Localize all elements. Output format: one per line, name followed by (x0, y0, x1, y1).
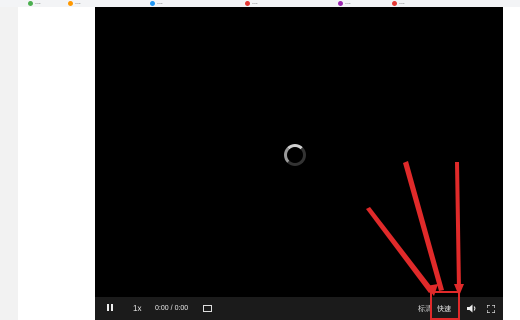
bookmark-label: ... (399, 0, 405, 6)
bookmark-label: ... (35, 0, 41, 6)
bookmarks-bar: ... ... ... ... ... ... (0, 0, 520, 7)
bookmark-favicon-icon (68, 0, 73, 6)
bookmark-item[interactable]: ... (68, 0, 81, 7)
loading-spinner-icon (284, 144, 306, 166)
time-display: 0:00 / 0:00 (155, 297, 190, 320)
annotation-highlight-box (430, 291, 460, 320)
speed-label: 1x (133, 304, 142, 313)
bookmark-favicon-icon (245, 0, 250, 6)
screenshot-icon (203, 305, 212, 312)
screenshot-button[interactable] (203, 297, 212, 320)
pause-button[interactable] (107, 297, 115, 320)
volume-button[interactable] (467, 297, 477, 320)
bookmark-item[interactable]: ... (392, 0, 405, 7)
bookmark-label: ... (345, 0, 351, 6)
video-player[interactable]: 1x 0:00 / 0:00 标清 快速 (95, 7, 503, 320)
bookmark-label: ... (75, 0, 81, 6)
time-separator: / (170, 305, 173, 312)
bookmark-item[interactable]: ... (28, 0, 41, 7)
duration: 0:00 (174, 305, 189, 312)
playback-speed-button[interactable]: 1x (133, 297, 141, 320)
page-left-margin (0, 7, 18, 320)
bookmark-item[interactable]: ... (338, 0, 351, 7)
bookmark-favicon-icon (338, 0, 343, 6)
bookmark-label: ... (252, 0, 258, 6)
current-time: 0:00 (155, 305, 169, 312)
volume-icon (467, 304, 476, 313)
fullscreen-icon (487, 304, 495, 313)
fullscreen-button[interactable] (487, 297, 495, 320)
bookmark-favicon-icon (28, 0, 33, 6)
bookmark-item[interactable]: ... (245, 0, 258, 7)
bookmark-favicon-icon (392, 0, 397, 6)
bookmark-label: ... (157, 0, 163, 6)
pause-icon (107, 304, 115, 313)
page-right-margin (503, 7, 520, 320)
bookmark-favicon-icon (150, 0, 155, 6)
bookmark-item[interactable]: ... (150, 0, 163, 7)
